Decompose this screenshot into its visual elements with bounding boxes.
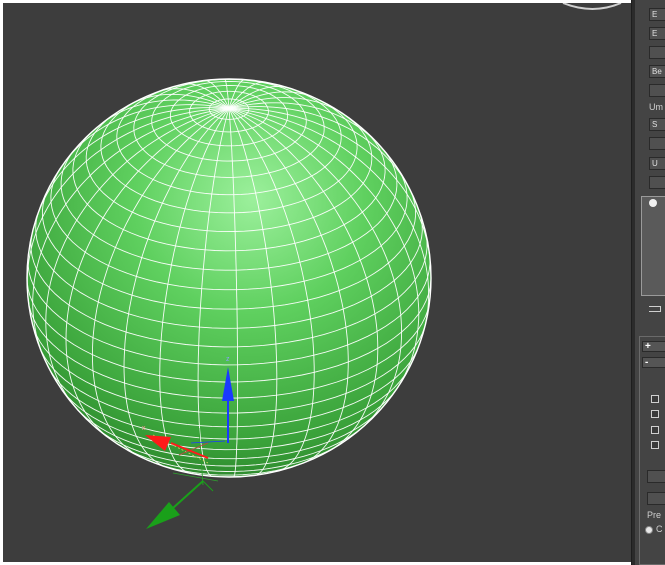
panel-group-label: Um [649,102,663,112]
option-checkbox[interactable] [651,395,659,403]
command-panel: E E Be Um S U + - Pre C [635,0,665,565]
preset-radio-button[interactable] [645,526,653,534]
preset-group-label: Pre [647,510,662,520]
panel-button[interactable]: S [649,118,665,131]
pin-icon[interactable] [649,199,657,207]
panel-button[interactable]: U [649,157,665,170]
panel-button[interactable]: E [649,27,665,40]
viewport-scene: z x [26,3,622,529]
perspective-viewport[interactable]: z x [3,3,631,562]
y-axis-tail [202,480,214,492]
pin-stack-icon[interactable] [649,306,661,312]
z-axis-label: z [226,356,230,363]
x-axis-label: x [142,425,146,432]
panel-button[interactable] [649,176,665,189]
option-checkbox[interactable] [651,441,659,449]
panel-button[interactable] [647,492,665,505]
modifier-stack-list[interactable] [641,196,665,296]
panel-button[interactable] [647,470,665,483]
option-checkbox[interactable] [651,410,659,418]
panel-button[interactable] [649,46,665,59]
app-window: z x E E Be Um S U + - Pre C [0,0,665,565]
preset-radio-label: C [656,524,663,534]
collapse-rollout-button[interactable]: - [642,357,665,368]
expand-rollout-button[interactable]: + [642,341,665,352]
panel-button[interactable] [649,137,665,150]
option-checkbox[interactable] [651,426,659,434]
viewcube-edge[interactable] [562,3,622,10]
panel-button[interactable]: E [649,8,665,21]
panel-button[interactable] [649,84,665,97]
y-axis-line [172,480,204,509]
panel-button[interactable]: Be [649,65,665,78]
